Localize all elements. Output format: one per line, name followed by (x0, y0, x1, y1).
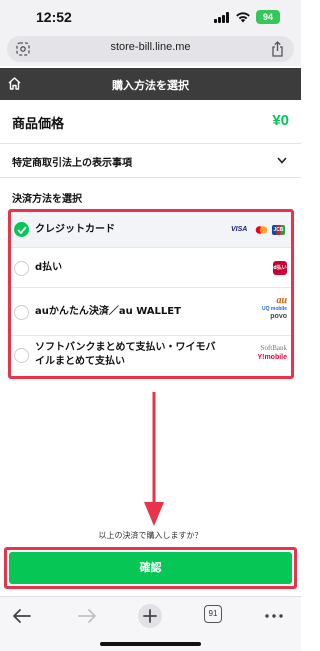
price-value: ¥0 (272, 112, 289, 129)
more-icon[interactable] (261, 603, 287, 629)
signal-icon (214, 12, 231, 23)
d-barai-logo-mark: d払い (273, 261, 287, 275)
uq-mobile-logo: UQ mobile (261, 306, 287, 312)
au-brand-logos: au UQ mobile povo (247, 296, 287, 328)
legal-disclosure-label: 特定商取引法上の表示事項 (12, 158, 132, 169)
d-barai-logo: d払い (273, 261, 287, 275)
forward-arrow-icon[interactable] (74, 603, 100, 629)
radio-unchecked[interactable] (14, 305, 29, 320)
softbank-logo-stack: SoftBank Y!mobile (241, 344, 287, 363)
ymobile-logo: Y!mobile (257, 354, 287, 361)
chevron-down-icon[interactable] (277, 157, 287, 164)
price-row: 商品価格 ¥0 (0, 100, 301, 144)
home-indicator (100, 642, 201, 646)
au-logo-stack: au UQ mobile povo (247, 296, 287, 321)
confirm-question: 以上の決済で購入しますか？ (98, 531, 203, 540)
visa-logo: VISA (231, 226, 248, 233)
page-header: 購入方法を選択 (0, 68, 301, 100)
url-text[interactable]: store-bill.line.me (7, 41, 294, 53)
annotation-arrow (144, 392, 164, 526)
softbank-brand-logos: SoftBank Y!mobile (241, 344, 287, 366)
payment-method-heading: 決済方法を選択 (12, 194, 82, 205)
wifi-icon (236, 12, 250, 23)
new-tab-plus-icon[interactable] (137, 603, 163, 629)
page-title: 購入方法を選択 (112, 79, 189, 92)
softbank-logo: SoftBank (260, 344, 287, 352)
payment-option-label: クレジットカード (35, 224, 115, 235)
radio-unchecked[interactable] (14, 348, 29, 363)
checkmark-icon (17, 226, 27, 234)
back-arrow-icon[interactable] (9, 603, 35, 629)
povo-logo: povo (270, 313, 287, 320)
mastercard-logo (255, 226, 268, 234)
au-logo: au (276, 295, 287, 306)
radio-unchecked[interactable] (14, 261, 29, 276)
card-brand-logos: VISA JCB (231, 225, 287, 236)
payment-option-d-barai[interactable]: d払い d払い (11, 248, 291, 288)
payment-option-softbank[interactable]: ソフトバンクまとめて支払い・ワイモバイルまとめて支払い SoftBank Y!m… (11, 336, 291, 376)
tabs-icon[interactable]: 91 (204, 605, 222, 623)
confirm-button[interactable]: 確認 (9, 552, 292, 584)
payment-option-label: ソフトバンクまとめて支払い・ワイモバイルまとめて支払い (35, 342, 216, 367)
payment-option-label: auかんたん決済／au WALLET (35, 306, 181, 317)
status-bar: 12:52 94 (0, 0, 301, 34)
battery-indicator: 94 (256, 10, 280, 24)
legal-disclosure-toggle[interactable]: 特定商取引法上の表示事項 (0, 144, 301, 178)
payment-method-list: クレジットカード VISA JCB d払い d払い auかんたん決済／au WA… (8, 209, 294, 379)
jcb-logo: JCB (272, 225, 285, 235)
radio-checked[interactable] (14, 222, 29, 237)
share-icon[interactable] (271, 41, 284, 57)
browser-url-bar: store-bill.line.me (0, 34, 301, 66)
payment-option-au[interactable]: auかんたん決済／au WALLET au UQ mobile povo (11, 288, 291, 336)
price-label: 商品価格 (12, 117, 65, 132)
address-field[interactable]: store-bill.line.me (7, 36, 294, 62)
payment-option-label: d払い (35, 262, 63, 273)
payment-option-credit-card[interactable]: クレジットカード VISA JCB (11, 212, 291, 248)
status-time: 12:52 (36, 9, 72, 25)
